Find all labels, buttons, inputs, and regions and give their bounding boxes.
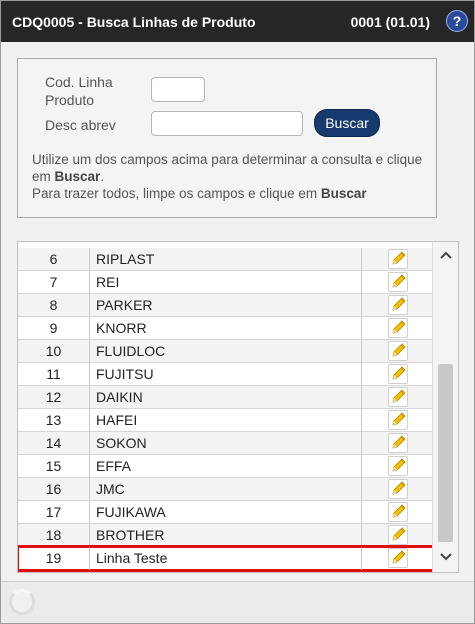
help-line-2: Para trazer todos, limpe os campos e cli… — [32, 186, 318, 201]
row-name: JMC — [96, 481, 125, 497]
table-row[interactable]: 12 DAIKIN — [18, 386, 433, 409]
row-action-cell — [361, 248, 433, 271]
cod-linha-input[interactable] — [151, 77, 205, 102]
table-row[interactable]: 18 BROTHER — [18, 524, 433, 547]
row-action-cell — [361, 547, 433, 570]
buscar-button[interactable]: Buscar — [314, 109, 380, 137]
pencil-icon[interactable] — [388, 456, 408, 476]
table-row[interactable]: 17 FUJIKAWA — [18, 501, 433, 524]
title-bar: CDQ0005 - Busca Linhas de Produto 0001 (… — [1, 1, 474, 42]
row-number: 8 — [18, 294, 90, 317]
window: CDQ0005 - Busca Linhas de Produto 0001 (… — [0, 0, 475, 624]
pencil-icon[interactable] — [388, 410, 408, 430]
row-action-cell — [361, 432, 433, 455]
row-name: FLUIDLOC — [96, 343, 166, 359]
row-number: 12 — [18, 386, 90, 409]
row-name: DAIKIN — [96, 389, 143, 405]
cod-linha-label: Cod. Linha Produto — [45, 74, 113, 108]
scrollbar-thumb[interactable] — [438, 364, 453, 542]
row-number: 19 — [18, 547, 90, 570]
pencil-icon[interactable] — [388, 272, 408, 292]
pencil-icon[interactable] — [388, 295, 408, 315]
desc-abrev-label: Desc abrev — [45, 117, 116, 133]
row-action-cell — [361, 409, 433, 432]
row-action-cell — [361, 455, 433, 478]
table-row[interactable]: 6 RIPLAST — [18, 248, 433, 271]
spinner-icon — [9, 589, 35, 615]
pencil-icon[interactable] — [388, 387, 408, 407]
row-name: FUJIKAWA — [96, 504, 166, 520]
row-action-cell — [361, 363, 433, 386]
desc-abrev-input[interactable] — [151, 111, 303, 136]
results-grid: 6 RIPLAST 7 REI 8 PARKER 9 KNORR 10 FLUI… — [17, 241, 459, 573]
row-name: PARKER — [96, 297, 153, 313]
table-row[interactable]: 8 PARKER — [18, 294, 433, 317]
pencil-icon[interactable] — [388, 318, 408, 338]
table-row[interactable]: 9 KNORR — [18, 317, 433, 340]
row-number: 16 — [18, 478, 90, 501]
filter-panel: Cod. Linha Produto Desc abrev Buscar Uti… — [17, 58, 437, 218]
row-name: FUJITSU — [96, 366, 154, 382]
help-icon[interactable]: ? — [446, 10, 468, 32]
pencil-icon[interactable] — [388, 433, 408, 453]
table-row[interactable]: 15 EFFA — [18, 455, 433, 478]
row-number: 18 — [18, 524, 90, 547]
chevron-down-icon[interactable] — [433, 546, 458, 568]
row-number: 11 — [18, 363, 90, 386]
row-number: 17 — [18, 501, 90, 524]
pencil-icon[interactable] — [388, 502, 408, 522]
row-number: 7 — [18, 271, 90, 294]
row-number: 14 — [18, 432, 90, 455]
help-text: Utilize um dos campos acima para determi… — [32, 152, 423, 201]
pencil-icon[interactable] — [388, 341, 408, 361]
results-rows: 6 RIPLAST 7 REI 8 PARKER 9 KNORR 10 FLUI… — [18, 248, 435, 572]
pencil-icon[interactable] — [388, 364, 408, 384]
row-name: EFFA — [96, 458, 132, 474]
row-name: HAFEI — [96, 412, 138, 428]
table-row[interactable]: 19 Linha Teste — [18, 545, 435, 572]
table-row[interactable]: 10 FLUIDLOC — [18, 340, 433, 363]
row-action-cell — [361, 271, 433, 294]
table-row[interactable]: 14 SOKON — [18, 432, 433, 455]
pencil-icon[interactable] — [388, 479, 408, 499]
row-name: Linha Teste — [96, 550, 168, 566]
chevron-up-icon[interactable] — [433, 244, 458, 266]
row-action-cell — [361, 340, 433, 363]
table-row[interactable]: 16 JMC — [18, 478, 433, 501]
table-row[interactable]: 7 REI — [18, 271, 433, 294]
row-action-cell — [361, 386, 433, 409]
row-number: 6 — [18, 248, 90, 271]
row-action-cell — [361, 524, 433, 547]
table-row[interactable]: 11 FUJITSU — [18, 363, 433, 386]
pencil-icon[interactable] — [388, 525, 408, 545]
page-title: CDQ0005 - Busca Linhas de Produto — [12, 14, 256, 30]
row-name: RIPLAST — [96, 251, 155, 267]
row-name: REI — [96, 274, 120, 290]
row-name: BROTHER — [96, 527, 165, 543]
row-number: 9 — [18, 317, 90, 340]
row-action-cell — [361, 294, 433, 317]
screen-code: 0001 (01.01) — [350, 14, 430, 30]
table-row[interactable]: 13 HAFEI — [18, 409, 433, 432]
help-bold-2: Buscar — [320, 186, 367, 201]
pencil-icon[interactable] — [388, 249, 408, 269]
row-action-cell — [361, 317, 433, 340]
row-number: 15 — [18, 455, 90, 478]
row-action-cell — [361, 478, 433, 501]
row-number: 13 — [18, 409, 90, 432]
footer-bar — [1, 581, 474, 623]
row-action-cell — [361, 501, 433, 524]
row-number: 10 — [18, 340, 90, 363]
row-name: SOKON — [96, 435, 147, 451]
pencil-icon[interactable] — [388, 548, 408, 568]
help-bold-1: Buscar — [54, 169, 101, 184]
row-name: KNORR — [96, 320, 147, 336]
vertical-scrollbar[interactable] — [432, 242, 458, 572]
